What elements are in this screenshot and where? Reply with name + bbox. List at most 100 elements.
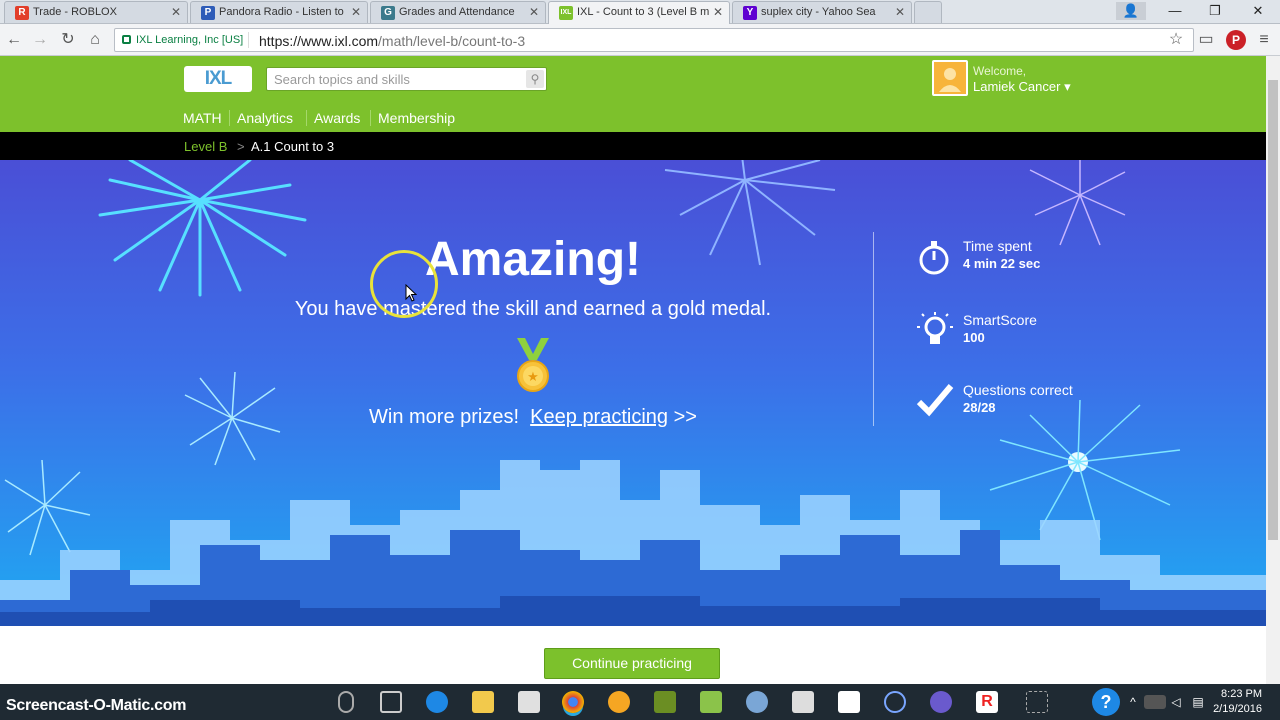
- notification-icon[interactable]: ▤: [1190, 691, 1206, 713]
- new-tab-button[interactable]: [914, 1, 942, 23]
- lock-icon: [122, 35, 131, 44]
- microphone-icon[interactable]: [338, 691, 354, 713]
- breadcrumb-level[interactable]: Level B: [184, 139, 227, 154]
- fireworks-skyline-illustration: [0, 160, 1266, 626]
- system-clock[interactable]: 8:23 PM 2/19/2016: [1213, 687, 1262, 717]
- scrollbar-thumb[interactable]: [1268, 80, 1278, 540]
- close-icon[interactable]: ✕: [713, 5, 723, 19]
- security-indicator[interactable]: IXL Learning, Inc [US]: [118, 32, 250, 48]
- ixl-logo[interactable]: IXL: [184, 66, 252, 92]
- restore-icon[interactable]: ❐: [1195, 2, 1235, 20]
- pandora-icon: P: [201, 6, 215, 20]
- file-explorer-icon[interactable]: [472, 691, 494, 713]
- stat-value: 28/28: [963, 400, 996, 415]
- browser-toolbar: ← → ↻ ⌂ IXL Learning, Inc [US] https://w…: [0, 24, 1280, 56]
- chrome-icon[interactable]: [562, 691, 584, 713]
- folder-icon[interactable]: [700, 691, 722, 713]
- firework-burst-bottom-left: [4, 459, 91, 556]
- stat-label: Questions correct: [963, 382, 1073, 398]
- avatar[interactable]: [932, 60, 968, 96]
- prizes-line: Win more prizes! Keep practicing >>: [0, 406, 1266, 429]
- chevron-up-icon[interactable]: ^: [1126, 691, 1140, 713]
- pinterest-icon[interactable]: P: [1226, 30, 1246, 50]
- browser-tab-strip: R Trade - ROBLOX ✕ P Pandora Radio - Lis…: [0, 0, 1280, 24]
- vivaldi-icon[interactable]: [608, 691, 630, 713]
- task-view-icon[interactable]: [380, 691, 402, 713]
- close-icon[interactable]: ✕: [351, 5, 361, 19]
- tab-roblox[interactable]: R Trade - ROBLOX ✕: [4, 1, 188, 23]
- yahoo-icon: Y: [743, 6, 757, 20]
- home-icon[interactable]: ⌂: [85, 30, 105, 50]
- user-name: Lamiek Cancer: [973, 79, 1061, 94]
- user-menu[interactable]: Welcome, Lamiek Cancer ▾: [973, 64, 1071, 94]
- result-message: You have mastered the skill and earned a…: [294, 298, 772, 320]
- keep-practicing-link[interactable]: Keep practicing: [530, 406, 668, 428]
- close-icon[interactable]: ✕: [171, 5, 181, 19]
- battery-icon[interactable]: [1144, 695, 1166, 709]
- url-path: /math/level-b/count-to-3: [378, 33, 526, 49]
- arrows-text: >>: [673, 406, 697, 428]
- camera-icon[interactable]: [792, 691, 814, 713]
- roblox-icon[interactable]: R: [976, 691, 998, 713]
- store-icon[interactable]: [518, 691, 540, 713]
- nav-divider: [370, 110, 371, 126]
- ixl-icon: IXL: [559, 6, 573, 20]
- stat-label: SmartScore: [963, 312, 1037, 328]
- nav-analytics[interactable]: Analytics: [237, 110, 293, 126]
- close-icon[interactable]: ✕: [895, 5, 905, 19]
- minecraft-icon[interactable]: [654, 691, 676, 713]
- nav-divider: [306, 110, 307, 126]
- tab-title: Trade - ROBLOX: [33, 6, 117, 18]
- stat-label: Time spent: [963, 238, 1032, 254]
- address-bar[interactable]: IXL Learning, Inc [US] https://www.ixl.c…: [114, 28, 1194, 52]
- menu-icon[interactable]: ≡: [1254, 30, 1274, 50]
- continue-practicing-button[interactable]: Continue practicing: [544, 648, 720, 679]
- windows-taskbar: Screencast-O-Matic.com R ? ^ ◁ ▤ 8:23 PM…: [0, 684, 1280, 720]
- tab-title: suplex city - Yahoo Sea: [761, 6, 876, 18]
- search-input[interactable]: Search topics and skills ⚲: [266, 67, 547, 91]
- cast-icon[interactable]: ▭: [1196, 30, 1216, 50]
- eye-icon[interactable]: [930, 691, 952, 713]
- clock-date: 2/19/2016: [1213, 703, 1262, 715]
- tab-grades[interactable]: G Grades and Attendance ✕: [370, 1, 546, 23]
- close-window-icon[interactable]: ✕: [1238, 2, 1278, 20]
- tab-title: IXL - Count to 3 (Level B m: [577, 6, 710, 18]
- tab-title: Pandora Radio - Listen to: [219, 6, 344, 18]
- selection-icon[interactable]: [1026, 691, 1048, 713]
- nav-math[interactable]: MATH: [183, 110, 222, 126]
- close-icon[interactable]: ✕: [529, 5, 539, 19]
- tab-yahoo[interactable]: Y suplex city - Yahoo Sea ✕: [732, 1, 912, 23]
- clock-time: 8:23 PM: [1221, 688, 1262, 700]
- volume-icon[interactable]: ◁: [1168, 691, 1184, 713]
- edge-icon[interactable]: [426, 691, 448, 713]
- tab-pandora[interactable]: P Pandora Radio - Listen to ✕: [190, 1, 368, 23]
- back-icon[interactable]: ←: [4, 30, 24, 50]
- nav-membership[interactable]: Membership: [378, 110, 455, 126]
- help-icon[interactable]: ?: [1092, 688, 1120, 716]
- nav-awards[interactable]: Awards: [314, 110, 360, 126]
- star-icon[interactable]: ☆: [1166, 30, 1186, 50]
- recorder-watermark: Screencast-O-Matic.com: [6, 697, 187, 714]
- photos-icon[interactable]: [838, 691, 860, 713]
- mouse-cursor-icon: [405, 284, 417, 302]
- roblox-icon: R: [15, 6, 29, 20]
- stat-value: 100: [963, 330, 985, 345]
- minimize-icon[interactable]: —: [1155, 2, 1195, 20]
- reload-icon[interactable]: ↻: [58, 30, 78, 50]
- tab-title: Grades and Attendance: [399, 6, 515, 18]
- gold-medal-icon: ★: [517, 338, 549, 392]
- url-text[interactable]: https://www.ixl.com/math/level-b/count-t…: [259, 33, 525, 49]
- chevron-down-icon: ▾: [1064, 79, 1071, 94]
- forward-icon[interactable]: →: [30, 30, 50, 50]
- checkmark-icon: [916, 384, 954, 417]
- ixl-header: IXL Search topics and skills ⚲ Welcome, …: [0, 56, 1266, 132]
- search-placeholder: Search topics and skills: [274, 72, 410, 87]
- search-icon[interactable]: ⚲: [526, 70, 544, 88]
- url-host: https://www.ixl.com: [259, 33, 379, 49]
- profile-icon[interactable]: 👤: [1116, 2, 1146, 20]
- app-icon[interactable]: [746, 691, 768, 713]
- grades-icon: G: [381, 6, 395, 20]
- app-icon[interactable]: [884, 691, 906, 713]
- tab-ixl[interactable]: IXL IXL - Count to 3 (Level B m ✕: [548, 1, 730, 24]
- security-label: IXL Learning, Inc [US]: [136, 34, 244, 46]
